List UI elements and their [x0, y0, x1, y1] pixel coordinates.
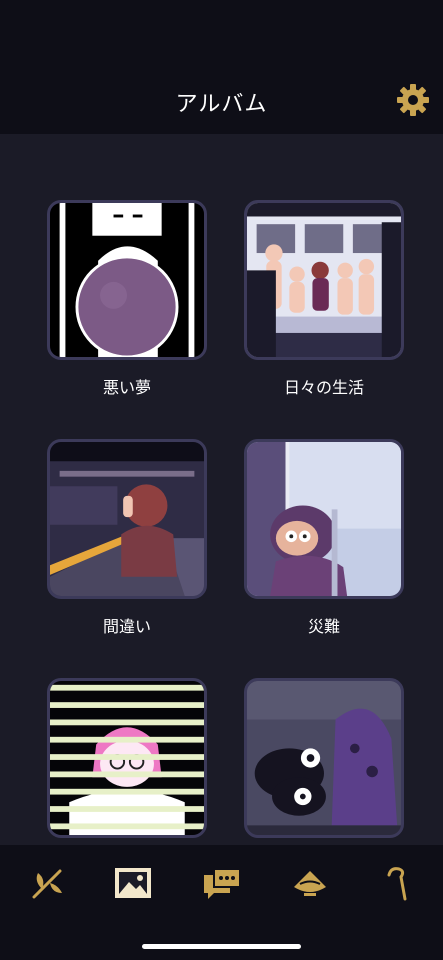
- album-item-label: 悪い夢: [102, 378, 151, 397]
- album-thumbnail: [247, 681, 401, 835]
- album-grid: 悪い夢 日々の生活 間違い 災難: [0, 134, 443, 845]
- album-thumbnail: [247, 203, 401, 357]
- album-item-daily-life[interactable]: [244, 200, 404, 360]
- album-thumbnail: [50, 203, 204, 357]
- tab-album[interactable]: [111, 861, 155, 905]
- tab-chat[interactable]: [200, 861, 244, 905]
- bowl-icon: [294, 871, 326, 896]
- album-item-mistake[interactable]: [47, 439, 207, 599]
- album-icon: [115, 868, 151, 898]
- home-indicator: [142, 944, 301, 949]
- album-item-bad-dream[interactable]: [47, 200, 207, 360]
- chat-icon: [204, 868, 241, 899]
- album-item-label: 災難: [307, 617, 340, 636]
- tab-bowl[interactable]: [288, 861, 332, 905]
- tab-bar: [0, 845, 443, 960]
- album-item-label: 日々の生活: [283, 378, 364, 397]
- album-thumbnail: [50, 681, 204, 835]
- album-item-5[interactable]: [47, 678, 207, 838]
- sprout-icon: [32, 869, 62, 899]
- album-thumbnail: [247, 442, 401, 596]
- settings-button[interactable]: [396, 83, 430, 117]
- page-title: アルバム: [175, 92, 268, 117]
- album-item-label: 間違い: [102, 617, 151, 636]
- gear-icon: [397, 84, 429, 116]
- album-thumbnail: [50, 442, 204, 596]
- cane-icon: [387, 867, 407, 901]
- album-item-disaster[interactable]: [244, 439, 404, 599]
- tab-sprout[interactable]: [26, 861, 70, 905]
- tab-cane[interactable]: [375, 861, 419, 905]
- header: アルバム: [0, 0, 443, 134]
- album-item-6[interactable]: [244, 678, 404, 838]
